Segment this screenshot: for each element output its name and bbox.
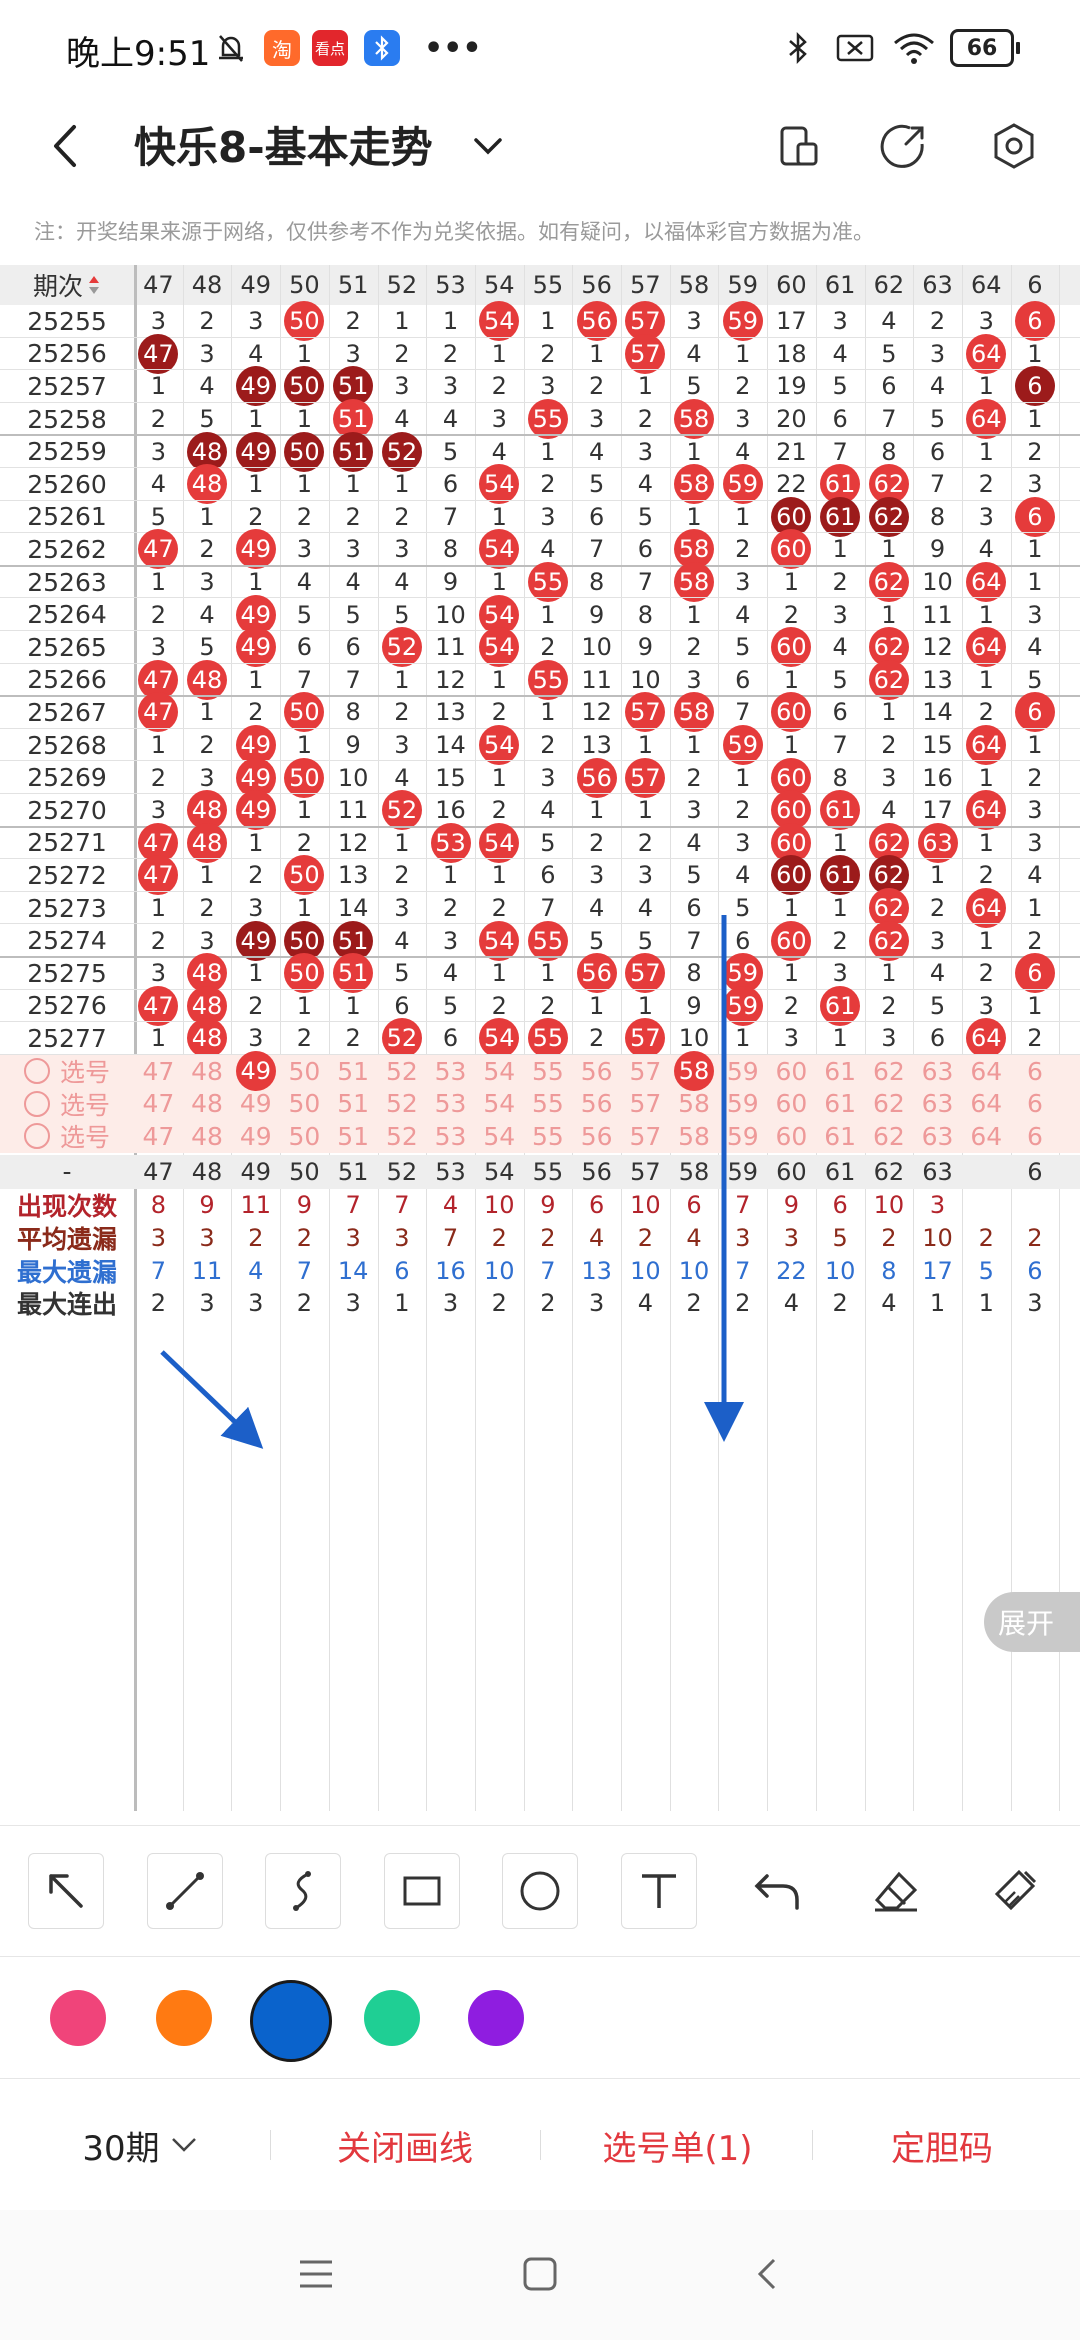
rect-tool-icon[interactable]	[384, 1853, 460, 1929]
line-tool-icon[interactable]	[147, 1853, 223, 1929]
bottom-action-bar: 30期 关闭画线 选号单(1) 定胆码	[0, 2080, 1080, 2210]
color-swatch[interactable]	[50, 1990, 106, 2046]
color-swatch[interactable]	[250, 1980, 332, 2062]
color-swatch[interactable]	[156, 1990, 212, 2046]
drawing-toolbar	[0, 1825, 1080, 1955]
color-palette	[0, 1958, 1080, 2076]
pick-list-button[interactable]: 选号单(1)	[570, 2080, 785, 2210]
color-swatch[interactable]	[364, 1990, 420, 2046]
text-tool-icon[interactable]	[621, 1853, 697, 1929]
drawn-arrow-1[interactable]	[160, 1350, 264, 1449]
circle-tool-icon[interactable]	[502, 1853, 578, 1929]
close-lines-button[interactable]: 关闭画线	[300, 2080, 510, 2210]
color-swatch[interactable]	[468, 1990, 524, 2046]
period-select[interactable]: 30期	[40, 2080, 240, 2210]
curve-tool-icon[interactable]	[265, 1853, 341, 1929]
arrow-tool-icon[interactable]	[28, 1853, 104, 1929]
system-nav-bar	[0, 2210, 1080, 2340]
menu-icon[interactable]	[296, 2256, 336, 2296]
chevron-down-icon	[171, 2138, 196, 2152]
nav-back-icon[interactable]	[752, 2254, 782, 2298]
undo-icon[interactable]	[740, 1853, 816, 1929]
expand-button[interactable]: 展开	[984, 1592, 1080, 1652]
fix-code-button[interactable]: 定胆码	[842, 2080, 1042, 2210]
eraser-icon[interactable]	[858, 1853, 934, 1929]
period-select-label: 30期	[82, 2128, 160, 2169]
home-icon[interactable]	[520, 2254, 560, 2298]
clear-icon[interactable]	[976, 1853, 1052, 1929]
